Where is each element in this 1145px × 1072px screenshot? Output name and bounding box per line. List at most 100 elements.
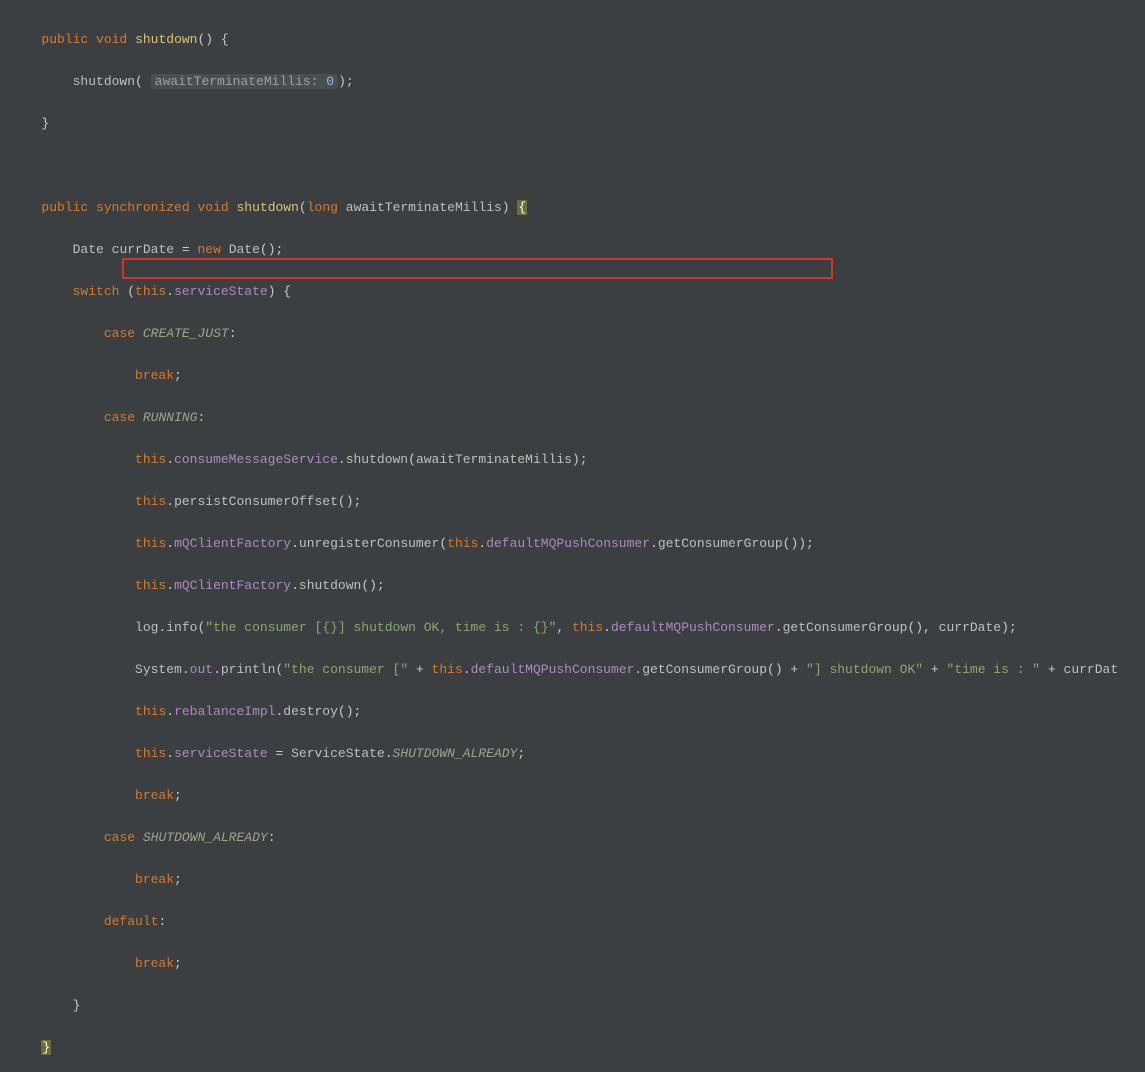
code-line[interactable]: case RUNNING: bbox=[18, 407, 1145, 428]
code-line[interactable]: case SHUTDOWN_ALREADY: bbox=[18, 827, 1145, 848]
punct: ( bbox=[299, 200, 307, 215]
class: System bbox=[135, 662, 182, 677]
identifier: log bbox=[135, 620, 158, 635]
code-line[interactable]: } bbox=[18, 1037, 1145, 1058]
punct: . bbox=[166, 284, 174, 299]
punct: } bbox=[73, 998, 81, 1013]
enum-value: CREATE_JUST bbox=[143, 326, 229, 341]
punct: (); bbox=[338, 494, 361, 509]
keyword: case bbox=[104, 830, 135, 845]
code-line[interactable]: this.serviceState = ServiceState.SHUTDOW… bbox=[18, 743, 1145, 764]
keyword: public bbox=[41, 32, 88, 47]
code-line[interactable]: Date currDate = new Date(); bbox=[18, 239, 1145, 260]
this: this bbox=[135, 746, 166, 761]
enum-value: SHUTDOWN_ALREADY bbox=[393, 746, 518, 761]
code-line[interactable]: case CREATE_JUST: bbox=[18, 323, 1145, 344]
method-name: shutdown bbox=[135, 32, 197, 47]
code-line[interactable]: this.mQClientFactory.shutdown(); bbox=[18, 575, 1145, 596]
method-call: getConsumerGroup bbox=[642, 662, 767, 677]
keyword: switch bbox=[73, 284, 120, 299]
method-call: getConsumerGroup bbox=[783, 620, 908, 635]
keyword: synchronized bbox=[96, 200, 190, 215]
identifier: awaitTerminateMillis bbox=[416, 452, 572, 467]
method-call: unregisterConsumer bbox=[299, 536, 439, 551]
punct: ()); bbox=[783, 536, 814, 551]
this: this bbox=[572, 620, 603, 635]
type: Date bbox=[229, 242, 260, 257]
this: this bbox=[447, 536, 478, 551]
method-call: destroy bbox=[283, 704, 338, 719]
code-line[interactable]: public void shutdown() { bbox=[18, 29, 1145, 50]
brace-highlight: } bbox=[41, 1040, 51, 1055]
punct: ); bbox=[1001, 620, 1017, 635]
identifier: currDat bbox=[1064, 662, 1119, 677]
field: serviceState bbox=[174, 746, 268, 761]
punct: = bbox=[268, 746, 291, 761]
code-line[interactable]: log.info("the consumer [{}] shutdown OK,… bbox=[18, 617, 1145, 638]
punct: : bbox=[268, 830, 276, 845]
punct: ); bbox=[338, 74, 354, 89]
method-call: shutdown bbox=[299, 578, 361, 593]
this: this bbox=[135, 704, 166, 719]
scrollbar-vertical[interactable] bbox=[1133, 0, 1145, 536]
field: defaultMQPushConsumer bbox=[611, 620, 775, 635]
punct: ) { bbox=[268, 284, 291, 299]
punct: (); bbox=[338, 704, 361, 719]
field: serviceState bbox=[174, 284, 268, 299]
code-line[interactable] bbox=[18, 155, 1145, 176]
code-line[interactable]: public synchronized void shutdown(long a… bbox=[18, 197, 1145, 218]
punct: } bbox=[41, 116, 49, 131]
code-line[interactable]: } bbox=[18, 995, 1145, 1016]
punct: ; bbox=[174, 368, 182, 383]
code-line[interactable]: shutdown( awaitTerminateMillis: 0); bbox=[18, 71, 1145, 92]
this: this bbox=[135, 578, 166, 593]
code-line[interactable]: break; bbox=[18, 953, 1145, 974]
code-line[interactable]: this.rebalanceImpl.destroy(); bbox=[18, 701, 1145, 722]
method-call: getConsumerGroup bbox=[658, 536, 783, 551]
keyword: case bbox=[104, 410, 135, 425]
code-line[interactable]: break; bbox=[18, 869, 1145, 890]
string: "time is : " bbox=[946, 662, 1040, 677]
brace-highlight: { bbox=[517, 200, 527, 215]
string: "] shutdown OK" bbox=[806, 662, 923, 677]
punct: : bbox=[197, 410, 205, 425]
code-editor[interactable]: public void shutdown() { shutdown( await… bbox=[18, 0, 1145, 536]
punct: : bbox=[158, 914, 166, 929]
code-line[interactable]: this.consumeMessageService.shutdown(awai… bbox=[18, 449, 1145, 470]
code-line[interactable]: this.persistConsumerOffset(); bbox=[18, 491, 1145, 512]
code-line[interactable]: System.out.println("the consumer [" + th… bbox=[18, 659, 1145, 680]
hint-value: 0 bbox=[326, 74, 334, 89]
keyword: break bbox=[135, 872, 174, 887]
identifier: currDate bbox=[112, 242, 174, 257]
punct: ( bbox=[119, 284, 135, 299]
code-line[interactable]: break; bbox=[18, 365, 1145, 386]
code-line[interactable]: this.mQClientFactory.unregisterConsumer(… bbox=[18, 533, 1145, 554]
punct: { bbox=[213, 32, 229, 47]
this: this bbox=[135, 452, 166, 467]
punct: ; bbox=[174, 956, 182, 971]
string: "the consumer [{}] shutdown OK, time is … bbox=[205, 620, 556, 635]
code-line[interactable]: switch (this.serviceState) { bbox=[18, 281, 1145, 302]
field: consumeMessageService bbox=[174, 452, 338, 467]
gutter bbox=[0, 0, 18, 536]
class: ServiceState bbox=[291, 746, 385, 761]
punct: (); bbox=[361, 578, 384, 593]
method-name: shutdown bbox=[237, 200, 299, 215]
this: this bbox=[135, 536, 166, 551]
code-line[interactable]: } bbox=[18, 113, 1145, 134]
string: "the consumer [" bbox=[283, 662, 408, 677]
punct: (); bbox=[260, 242, 283, 257]
keyword: break bbox=[135, 368, 174, 383]
punct: ) bbox=[502, 200, 510, 215]
hint-label: awaitTerminateMillis: bbox=[155, 74, 319, 89]
method-call: info bbox=[166, 620, 197, 635]
enum-value: SHUTDOWN_ALREADY bbox=[143, 830, 268, 845]
punct: ; bbox=[174, 872, 182, 887]
punct: ; bbox=[174, 788, 182, 803]
punct: = bbox=[174, 242, 197, 257]
field: mQClientFactory bbox=[174, 536, 291, 551]
code-line[interactable]: default: bbox=[18, 911, 1145, 932]
code-line[interactable]: break; bbox=[18, 785, 1145, 806]
identifier: awaitTerminateMillis bbox=[346, 200, 502, 215]
field: defaultMQPushConsumer bbox=[471, 662, 635, 677]
